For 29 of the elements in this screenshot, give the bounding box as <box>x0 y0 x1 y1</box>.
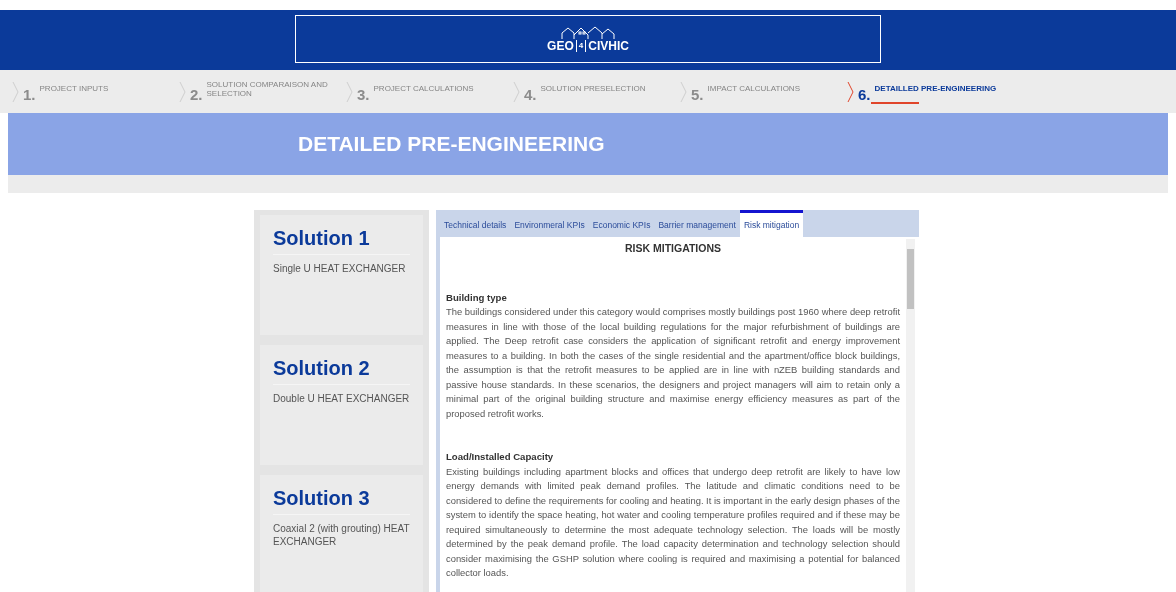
solution-card[interactable]: Solution 3 Coaxial 2 (with grouting) HEAT EXCHANGER <box>254 470 429 592</box>
step-tab[interactable]: 6. DETAILLED PRE-ENGINEERING <box>847 70 1014 113</box>
solution-card[interactable]: Solution 2 Double U HEAT EXCHANGER <box>254 340 429 470</box>
solution-title: Solution 3 <box>273 487 410 515</box>
solution-description: Single U HEAT EXCHANGER <box>273 262 407 275</box>
tab[interactable]: Environmeral KPIs <box>510 210 589 237</box>
section-title: Load/Installed Capacity <box>446 450 555 464</box>
section-text: The buildings considered under this category would comprises mostly buildings post 1960 where deep retrofit measures in line with those of the local building regulations for the major refurbishment of buildings are applied. The Deep retrofit case considers the application of significant retrofit and energy improvement measures to a building. In both the cases of the single residential and the apartment/office block buildings, the assumption is that the retrofit measures to be applied are in line with nZEB building standards and passive house standards. In these scenarios, the designers and project managers will aim to retain only a minimal part of the original building structure and maximise energy efficiency measures as part of the proposed retrofit works. <box>446 305 900 421</box>
scrollbar[interactable] <box>906 239 915 592</box>
chevron-icon <box>847 80 854 103</box>
solution-title: Solution 2 <box>273 357 410 385</box>
tab[interactable]: Economic KPIs <box>588 210 655 237</box>
solution-description: Coaxial 2 (with grouting) HEAT EXCHANGER <box>273 522 410 548</box>
solution-description: Double U HEAT EXCHANGER <box>273 392 410 405</box>
solution-title: Solution 1 <box>273 227 410 255</box>
step-tab[interactable]: 5. IMPACT CALCULATIONS <box>680 70 847 113</box>
step-tab[interactable]: 4. SOLUTION PRESELECTION <box>513 70 680 113</box>
page-title: DETAILED PRE-ENGINEERING <box>298 132 605 156</box>
tab[interactable]: Barrier management <box>654 210 740 237</box>
section-title: Building type <box>446 290 508 305</box>
step-tab[interactable]: 3. PROJECT CALCULATIONS <box>346 70 513 113</box>
step-tab[interactable]: 1. PROJECT INPUTS <box>12 70 179 113</box>
solution-card[interactable]: Solution 1 Single U HEAT EXCHANGER <box>254 210 429 340</box>
tab[interactable]: Risk mitigation <box>739 210 804 237</box>
tab[interactable]: Technical details <box>440 210 511 237</box>
logo-text: GEO 4 CIVHIC <box>547 40 629 52</box>
section-text: Existing buildings including apartment blocks and offices that undergo deep retrofit are likely to have low energy demands with limited peak demand profiles. The latitude and climatic conditions need to be considered to define the requirements for cooling and heating. It is important in the early design phases of the system to identify the space heating, hot water and cooling temperature profiles required and if these may be required simultaneously to determine the most adequate technology selection. The loads will be mostly determined by the peak demand profile. The load capacity determination and technology selection should consider maximising the GSHP solution where cooling is required and maximising a potential for balanced collector loads. <box>446 464 900 580</box>
houses-icon <box>560 26 616 40</box>
panel-heading: RISK MITIGATIONS <box>623 241 723 256</box>
